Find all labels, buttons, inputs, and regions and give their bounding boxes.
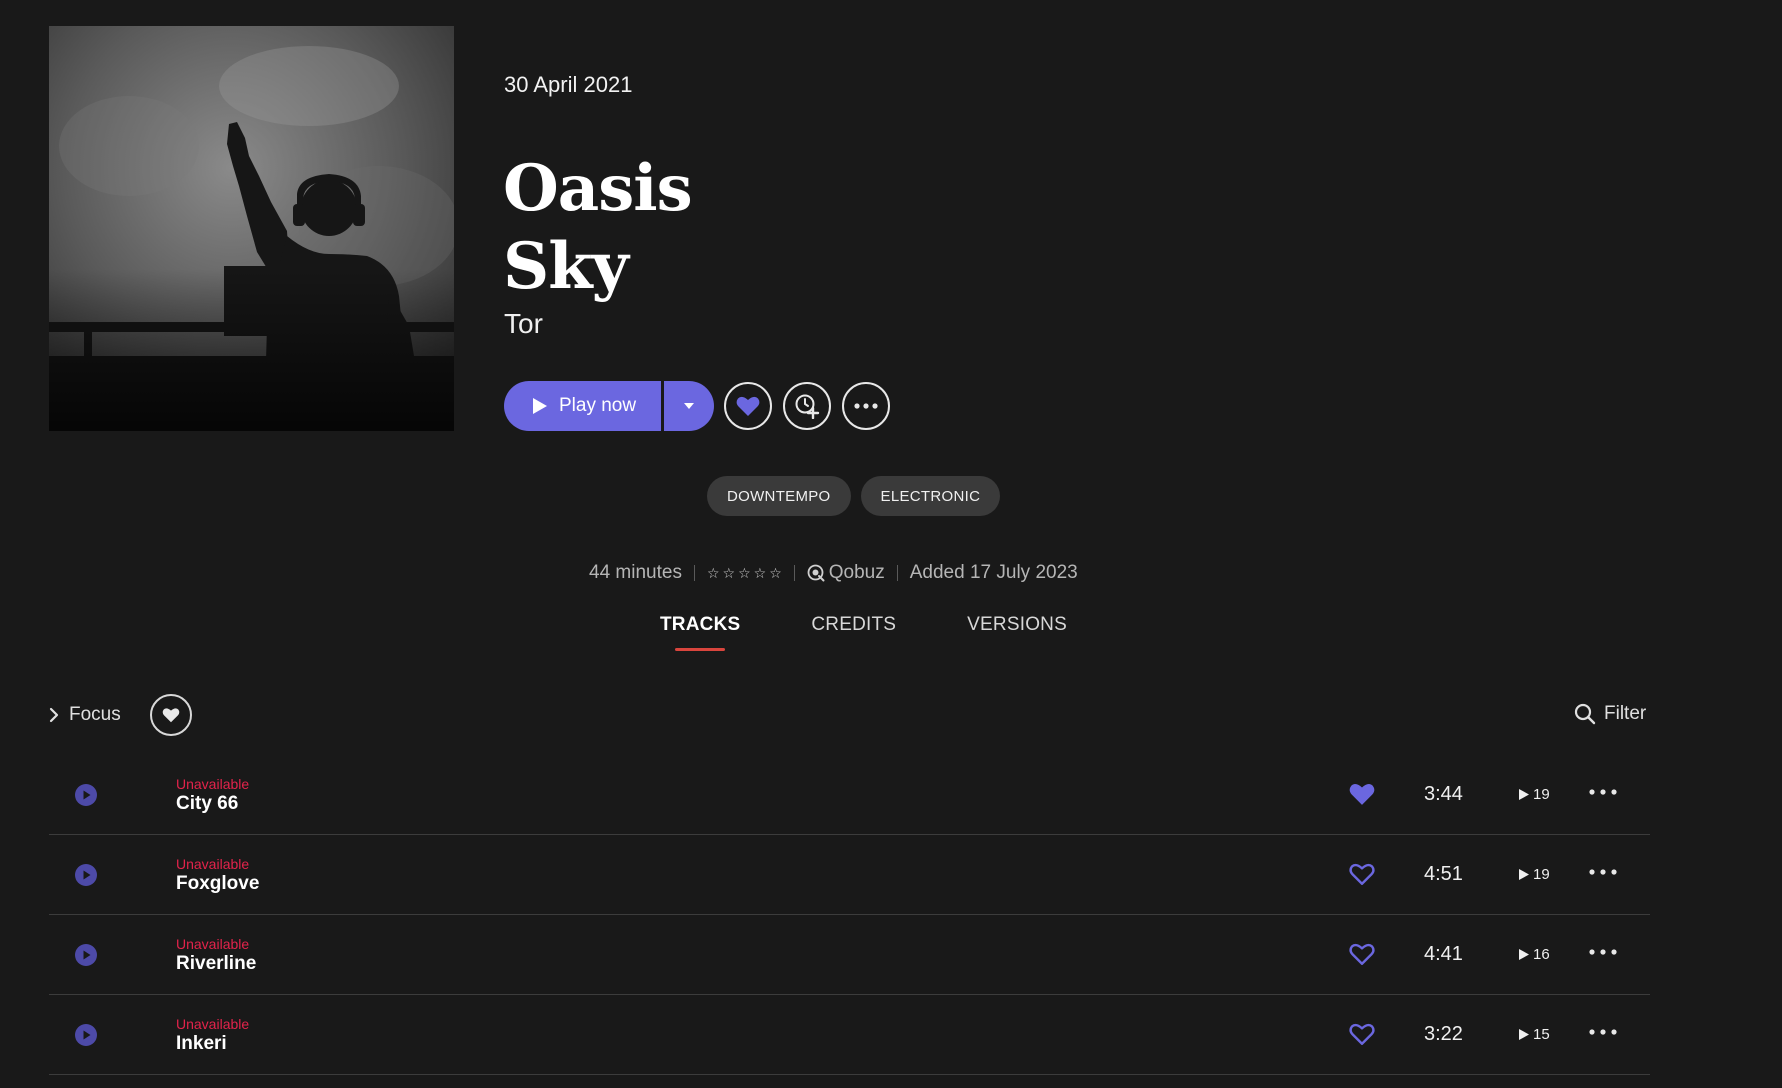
play-circle-icon[interactable]	[75, 784, 97, 806]
ellipsis-icon	[854, 403, 878, 409]
album-cover-image	[49, 26, 454, 431]
track-title[interactable]: Riverline	[176, 953, 256, 975]
star-icon[interactable]: ☆	[769, 565, 782, 582]
track-row[interactable]: Unavailable Foxglove 4:51 19	[49, 835, 1650, 915]
play-icon	[533, 398, 547, 414]
heart-icon	[162, 708, 180, 723]
play-options-dropdown[interactable]	[664, 381, 714, 431]
play-count-value: 19	[1533, 786, 1550, 803]
genre-tags: DOWNTEMPO ELECTRONIC	[707, 476, 1010, 516]
meta-separator	[896, 565, 898, 581]
heart-outline-icon[interactable]	[1349, 942, 1375, 966]
play-now-button[interactable]: Play now	[504, 381, 661, 431]
play-circle-icon[interactable]	[75, 1024, 97, 1046]
search-icon	[1574, 703, 1596, 725]
meta-separator	[693, 565, 695, 581]
heart-icon	[736, 396, 760, 416]
track-title[interactable]: Foxglove	[176, 873, 259, 895]
meta-separator	[793, 565, 795, 581]
star-icon[interactable]: ☆	[707, 565, 720, 582]
play-icon	[1519, 1029, 1529, 1040]
track-duration: 4:51	[1424, 863, 1463, 885]
track-play-count: 16	[1518, 946, 1550, 963]
ellipsis-icon[interactable]	[1589, 869, 1617, 875]
tab-versions[interactable]: VERSIONS	[967, 614, 1067, 636]
heart-icon[interactable]	[1349, 782, 1375, 806]
track-title[interactable]: City 66	[176, 793, 238, 815]
artist-name[interactable]: Tor	[504, 308, 543, 340]
play-icon	[1519, 869, 1529, 880]
ellipsis-icon[interactable]	[1589, 1029, 1617, 1035]
track-duration: 4:41	[1424, 943, 1463, 965]
track-status: Unavailable	[176, 1016, 250, 1032]
more-options-button[interactable]	[842, 382, 890, 430]
play-icon	[1519, 949, 1529, 960]
album-cover[interactable]	[49, 26, 454, 431]
heart-outline-icon[interactable]	[1349, 1022, 1375, 1046]
release-date: 30 April 2021	[504, 72, 633, 97]
track-list: Unavailable City 66 3:44 19 Unavailable …	[49, 755, 1650, 1075]
track-title[interactable]: Inkeri	[176, 1033, 227, 1055]
content-tabs: TRACKS CREDITS VERSIONS	[660, 614, 1138, 651]
star-icon[interactable]: ☆	[754, 565, 767, 582]
clock-plus-icon	[795, 394, 820, 419]
play-now-label: Play now	[559, 395, 637, 416]
track-row[interactable]: Unavailable Inkeri 3:22 15	[49, 995, 1650, 1075]
play-circle-icon[interactable]	[75, 944, 97, 966]
tab-tracks[interactable]: TRACKS	[660, 614, 740, 651]
star-icon[interactable]: ☆	[738, 565, 751, 582]
ellipsis-icon[interactable]	[1589, 789, 1617, 795]
play-icon	[1519, 789, 1529, 800]
favorites-filter-button[interactable]	[150, 694, 192, 736]
album-title: Oasis Sky	[503, 150, 693, 306]
source-label: Qobuz	[828, 562, 885, 583]
add-to-queue-button[interactable]	[783, 382, 831, 430]
source-service: Qobuz	[807, 562, 885, 584]
star-icon[interactable]: ☆	[723, 565, 736, 582]
tab-credits[interactable]: CREDITS	[811, 614, 896, 636]
track-status: Unavailable	[176, 776, 250, 792]
focus-toggle[interactable]: Focus	[49, 695, 121, 735]
album-meta: 44 minutes ☆ ☆ ☆ ☆ ☆ Qobuz Added 17 July…	[589, 560, 1078, 586]
date-added: Added 17 July 2023	[909, 562, 1078, 583]
play-circle-icon[interactable]	[75, 864, 97, 886]
heart-outline-icon[interactable]	[1349, 862, 1375, 886]
album-title-line-1: Oasis	[503, 151, 693, 226]
track-play-count: 15	[1518, 1026, 1550, 1043]
caret-down-icon	[684, 403, 694, 409]
track-status: Unavailable	[176, 936, 250, 952]
album-title-line-2: Sky	[503, 229, 629, 304]
album-duration: 44 minutes	[589, 562, 682, 583]
focus-label: Focus	[69, 704, 121, 725]
qobuz-icon	[807, 564, 825, 582]
filter-label: Filter	[1604, 703, 1647, 724]
track-status: Unavailable	[176, 856, 250, 872]
track-row[interactable]: Unavailable City 66 3:44 19	[49, 755, 1650, 835]
filter-button[interactable]: Filter	[1574, 703, 1646, 725]
play-count-value: 15	[1533, 1026, 1550, 1043]
track-play-count: 19	[1518, 786, 1550, 803]
rating-stars[interactable]: ☆ ☆ ☆ ☆ ☆	[707, 565, 782, 582]
chevron-right-icon	[49, 707, 59, 723]
track-duration: 3:44	[1424, 783, 1463, 805]
tag-downtempo[interactable]: DOWNTEMPO	[707, 476, 851, 516]
track-play-count: 19	[1518, 866, 1550, 883]
track-row[interactable]: Unavailable Riverline 4:41 16	[49, 915, 1650, 995]
tag-electronic[interactable]: ELECTRONIC	[860, 476, 1001, 516]
ellipsis-icon[interactable]	[1589, 949, 1617, 955]
favorite-button[interactable]	[724, 382, 772, 430]
track-duration: 3:22	[1424, 1023, 1463, 1045]
play-count-value: 16	[1533, 946, 1550, 963]
play-count-value: 19	[1533, 866, 1550, 883]
album-actions: Play now	[504, 381, 890, 431]
